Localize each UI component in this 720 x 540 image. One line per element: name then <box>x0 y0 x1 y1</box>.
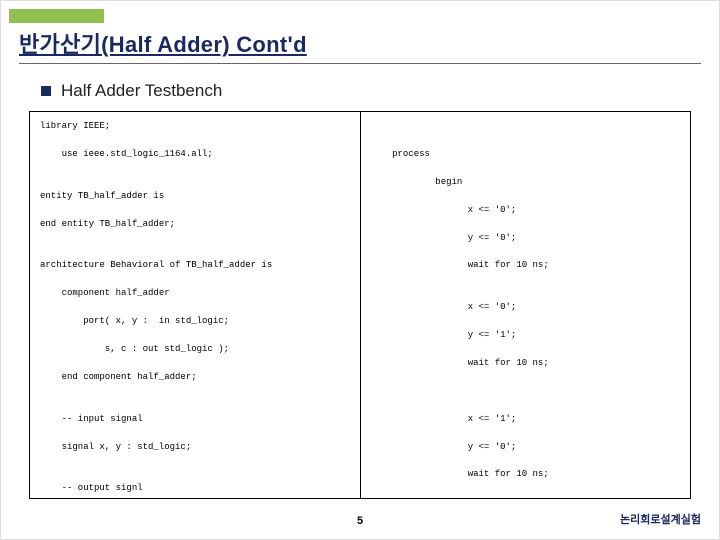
code-left: library IEEE; use ieee.std_logic_1164.al… <box>30 112 361 498</box>
footer-label: 논리회로설계실험 <box>620 511 701 527</box>
accent-bar <box>9 9 104 23</box>
code-box: library IEEE; use ieee.std_logic_1164.al… <box>29 111 691 499</box>
page-title: 반가산기(Half Adder) Cont'd <box>19 27 701 64</box>
bullet-icon <box>41 86 51 96</box>
title-wrap: 반가산기(Half Adder) Cont'd <box>19 27 701 64</box>
page-number: 5 <box>357 515 363 527</box>
slide: 반가산기(Half Adder) Cont'd Half Adder Testb… <box>0 0 720 540</box>
bullet-text: Half Adder Testbench <box>61 81 222 101</box>
bullet-row: Half Adder Testbench <box>41 81 222 101</box>
code-right: process begin x <= '0'; y <= '0'; wait f… <box>361 112 691 498</box>
